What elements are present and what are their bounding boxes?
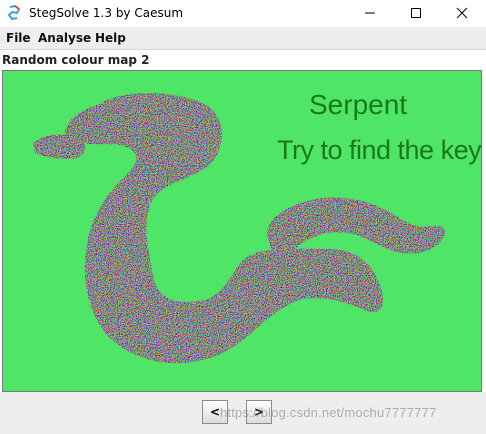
menu-file[interactable]: File [6,31,31,45]
menu-help[interactable]: Help [95,31,126,45]
menu-bar: File Analyse Help [0,27,486,50]
image-viewer: Serpent Try to find the key [2,70,482,392]
close-icon [456,4,468,23]
image-heading: Serpent [309,89,408,120]
window-title: StegSolve 1.3 by Caesum [29,6,184,20]
watermark: https://blog.csdn.net/mochu7777777 [220,405,437,420]
menu-analyse[interactable]: Analyse [38,31,91,45]
maximize-button[interactable] [393,0,439,27]
maximize-icon [410,4,422,23]
image-subheading: Try to find the key [277,135,482,165]
minimize-button[interactable] [347,0,393,27]
panel-label: Random colour map 2 [2,53,150,67]
serpent-image [3,71,481,391]
title-bar: StegSolve 1.3 by Caesum [0,0,486,28]
minimize-icon [364,4,376,23]
app-icon [6,4,22,21]
close-button[interactable] [439,0,485,27]
